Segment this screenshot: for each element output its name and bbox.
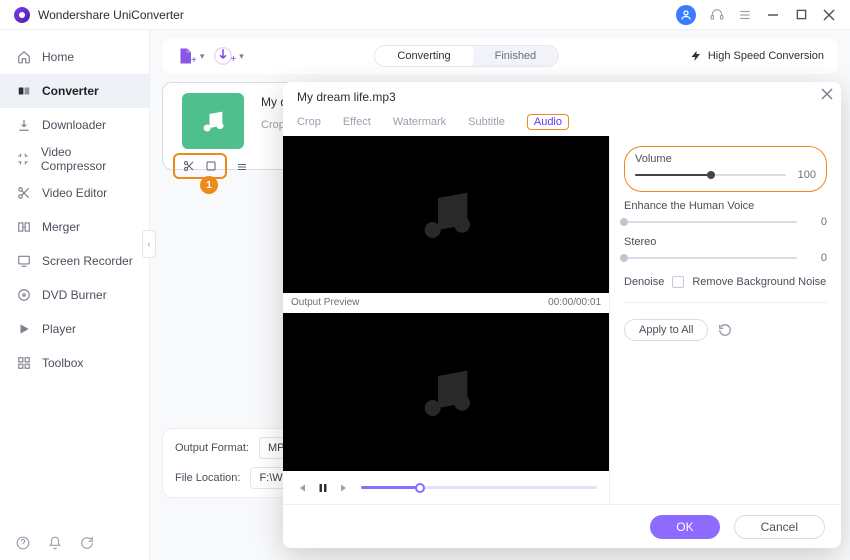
sidebar-item-player[interactable]: Player <box>0 312 149 346</box>
sidebar-item-label: Screen Recorder <box>42 254 133 268</box>
status-segmented-control[interactable]: Converting Finished <box>374 45 559 67</box>
trim-tools-group <box>173 153 227 179</box>
sidebar-item-label: Toolbox <box>42 356 83 370</box>
dlg-tab-effect[interactable]: Effect <box>343 114 371 130</box>
sidebar-item-dvd-burner[interactable]: DVD Burner <box>0 278 149 312</box>
sidebar-item-label: Player <box>42 322 76 336</box>
high-speed-toggle[interactable]: High Speed Conversion <box>690 50 824 62</box>
sidebar-item-label: Video Compressor <box>41 145 133 173</box>
download-icon <box>16 117 32 133</box>
remove-bg-label: Remove Background Noise <box>692 276 826 288</box>
preview-column: Output Preview 00:00/00:01 <box>283 136 609 504</box>
screen-icon <box>16 253 32 269</box>
stereo-label: Stereo <box>624 236 827 248</box>
denoise-label: Denoise <box>624 276 664 288</box>
play-icon <box>16 321 32 337</box>
volume-slider[interactable] <box>635 174 786 176</box>
dlg-tab-subtitle[interactable]: Subtitle <box>468 114 505 130</box>
compress-icon <box>16 151 31 167</box>
trim-icon[interactable] <box>178 157 200 175</box>
enhance-label: Enhance the Human Voice <box>624 200 827 212</box>
volume-label: Volume <box>635 153 816 165</box>
bell-icon[interactable] <box>48 536 62 550</box>
window-close-button[interactable] <box>822 8 836 22</box>
time-display: 00:00/00:01 <box>548 297 601 308</box>
add-folder-button[interactable]: +▾ <box>214 47 243 65</box>
sidebar-item-label: Downloader <box>42 118 106 132</box>
brand-title: Wondershare UniConverter <box>38 8 184 22</box>
high-speed-label: High Speed Conversion <box>708 50 824 62</box>
menu-icon[interactable] <box>738 8 752 22</box>
segment-converting[interactable]: Converting <box>375 46 472 66</box>
more-tools-icon[interactable] <box>231 158 253 176</box>
sidebar-item-video-compressor[interactable]: Video Compressor <box>0 142 149 176</box>
feedback-icon[interactable] <box>80 536 94 550</box>
sidebar-item-home[interactable]: Home <box>0 40 149 74</box>
toolbar: +▾ +▾ Converting Finished High Speed Con… <box>162 38 838 74</box>
source-preview <box>283 136 609 293</box>
apply-to-all-button[interactable]: Apply to All <box>624 319 708 341</box>
sidebar-item-label: DVD Burner <box>42 288 107 302</box>
reset-icon[interactable] <box>718 323 732 337</box>
file-location-label: File Location: <box>175 472 240 484</box>
volume-value: 100 <box>794 169 816 181</box>
ok-button[interactable]: OK <box>650 515 719 539</box>
audio-editor-dialog: My dream life.mp3 Crop Effect Watermark … <box>283 82 841 548</box>
stereo-value: 0 <box>805 252 827 264</box>
audio-panel: Volume 100 Enhance the Human Voice 0 Ste… <box>609 136 841 504</box>
sidebar-item-downloader[interactable]: Downloader <box>0 108 149 142</box>
dlg-tab-crop[interactable]: Crop <box>297 114 321 130</box>
tab-crop[interactable]: Crop <box>261 119 285 131</box>
sidebar-item-video-editor[interactable]: Video Editor <box>0 176 149 210</box>
output-preview-label: Output Preview <box>291 297 359 308</box>
output-format-label: Output Format: <box>175 442 249 454</box>
stereo-slider[interactable] <box>624 257 797 259</box>
dvd-icon <box>16 287 32 303</box>
dialog-tabs: Crop Effect Watermark Subtitle Audio <box>297 114 827 130</box>
remove-bg-checkbox[interactable] <box>672 276 684 288</box>
help-icon[interactable] <box>16 536 30 550</box>
dlg-tab-audio[interactable]: Audio <box>527 114 569 130</box>
converter-icon <box>16 83 32 99</box>
dialog-footer: OK Cancel <box>283 504 841 548</box>
dialog-close-button[interactable] <box>821 88 833 100</box>
add-file-button[interactable]: +▾ <box>176 47 204 66</box>
sidebar-item-screen-recorder[interactable]: Screen Recorder <box>0 244 149 278</box>
scissors-icon <box>16 185 32 201</box>
window-minimize-button[interactable] <box>766 8 780 22</box>
merge-icon <box>16 219 32 235</box>
support-icon[interactable] <box>710 8 724 22</box>
file-thumbnail <box>182 93 244 149</box>
window-maximize-button[interactable] <box>794 8 808 22</box>
pause-button[interactable] <box>317 482 329 494</box>
next-button[interactable] <box>339 482 351 494</box>
prev-button[interactable] <box>295 482 307 494</box>
sidebar-item-toolbox[interactable]: Toolbox <box>0 346 149 380</box>
timeline-slider[interactable] <box>361 486 597 489</box>
dlg-tab-watermark[interactable]: Watermark <box>393 114 446 130</box>
sidebar-item-label: Converter <box>42 84 99 98</box>
user-avatar-icon[interactable] <box>676 5 696 25</box>
player-controls <box>283 471 609 504</box>
sidebar-item-label: Merger <box>42 220 80 234</box>
enhance-value: 0 <box>805 216 827 228</box>
grid-icon <box>16 355 32 371</box>
cancel-button[interactable]: Cancel <box>734 515 825 539</box>
output-preview <box>283 313 609 472</box>
enhance-slider[interactable] <box>624 221 797 223</box>
volume-group: Volume 100 <box>624 146 827 192</box>
crop-icon[interactable] <box>200 157 222 175</box>
sidebar-item-label: Home <box>42 50 74 64</box>
sidebar-item-converter[interactable]: Converter <box>0 74 149 108</box>
sidebar-item-label: Video Editor <box>42 186 107 200</box>
dialog-filename: My dream life.mp3 <box>297 90 827 104</box>
home-icon <box>16 49 32 65</box>
titlebar: Wondershare UniConverter <box>0 0 850 30</box>
brand-logo <box>14 7 30 23</box>
sidebar: Home Converter Downloader Video Compress… <box>0 30 150 560</box>
bolt-icon <box>690 50 702 62</box>
annotation-1: 1 <box>200 176 218 194</box>
sidebar-item-merger[interactable]: Merger <box>0 210 149 244</box>
segment-finished[interactable]: Finished <box>473 46 559 66</box>
